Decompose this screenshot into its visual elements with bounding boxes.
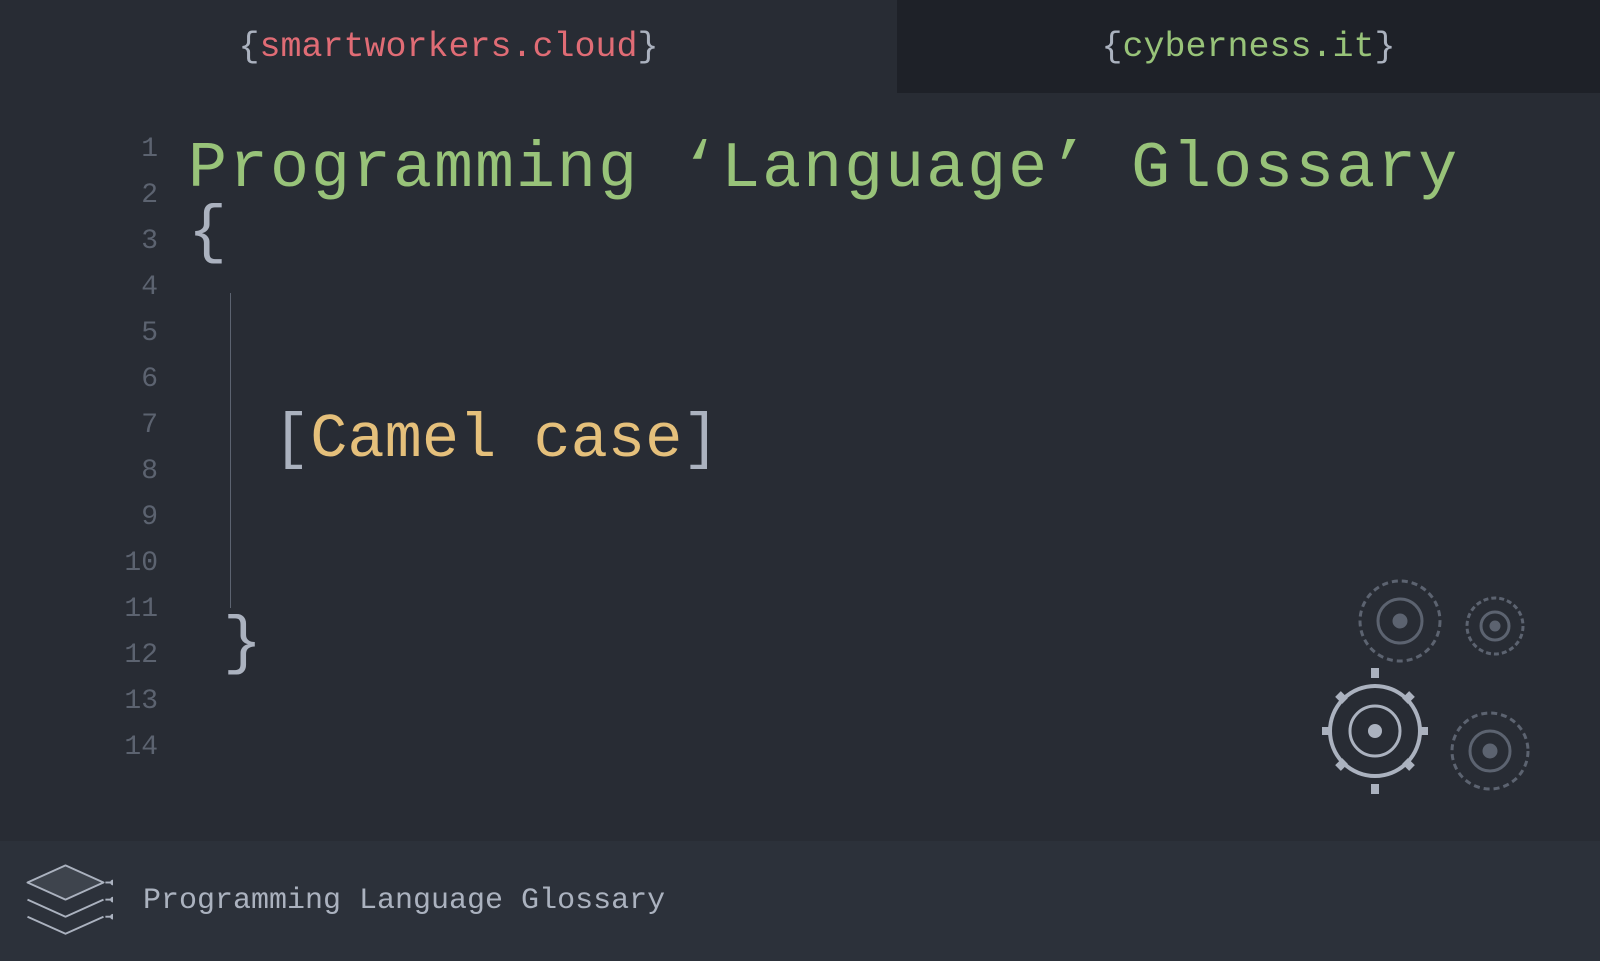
indent-guide <box>230 293 231 608</box>
line-number: 4 <box>118 265 158 311</box>
bracket-open: [ <box>273 404 310 475</box>
line-number: 2 <box>118 173 158 219</box>
footer-title: Programming Language Glossary <box>143 884 665 918</box>
line-number: 5 <box>118 311 158 357</box>
line-number: 13 <box>118 679 158 725</box>
line-number: 3 <box>118 219 158 265</box>
bracket-close: ] <box>682 404 719 475</box>
tab-bar: {smartworkers.cloud} {cyberness.it} <box>0 0 1600 93</box>
term-text: Camel case <box>310 404 682 475</box>
tab-smartworkers[interactable]: {smartworkers.cloud} <box>0 0 897 93</box>
glossary-term: [Camel case] <box>273 404 720 475</box>
gears-icon <box>1305 556 1575 816</box>
line-number: 10 <box>118 541 158 587</box>
line-number: 14 <box>118 725 158 771</box>
layers-icon <box>18 854 113 949</box>
line-number: 8 <box>118 449 158 495</box>
line-number: 12 <box>118 633 158 679</box>
code-content: Programming ‘Language’ Glossary { <box>188 132 1459 270</box>
footer-bar: Programming Language Glossary <box>0 841 1600 961</box>
line-number: 6 <box>118 357 158 403</box>
tab-cyberness[interactable]: {cyberness.it} <box>897 0 1600 93</box>
tab-right-label: cyberness.it <box>1122 27 1374 67</box>
close-brace: } <box>223 607 262 681</box>
line-number-gutter: 1 2 3 4 5 6 7 8 9 10 11 12 13 14 <box>118 127 158 771</box>
line-number: 11 <box>118 587 158 633</box>
tab-left-label: smartworkers.cloud <box>259 27 637 67</box>
line-number: 9 <box>118 495 158 541</box>
open-brace: { <box>188 196 1459 270</box>
line-number: 7 <box>118 403 158 449</box>
line-number: 1 <box>118 127 158 173</box>
main-title: Programming ‘Language’ Glossary <box>188 132 1459 206</box>
